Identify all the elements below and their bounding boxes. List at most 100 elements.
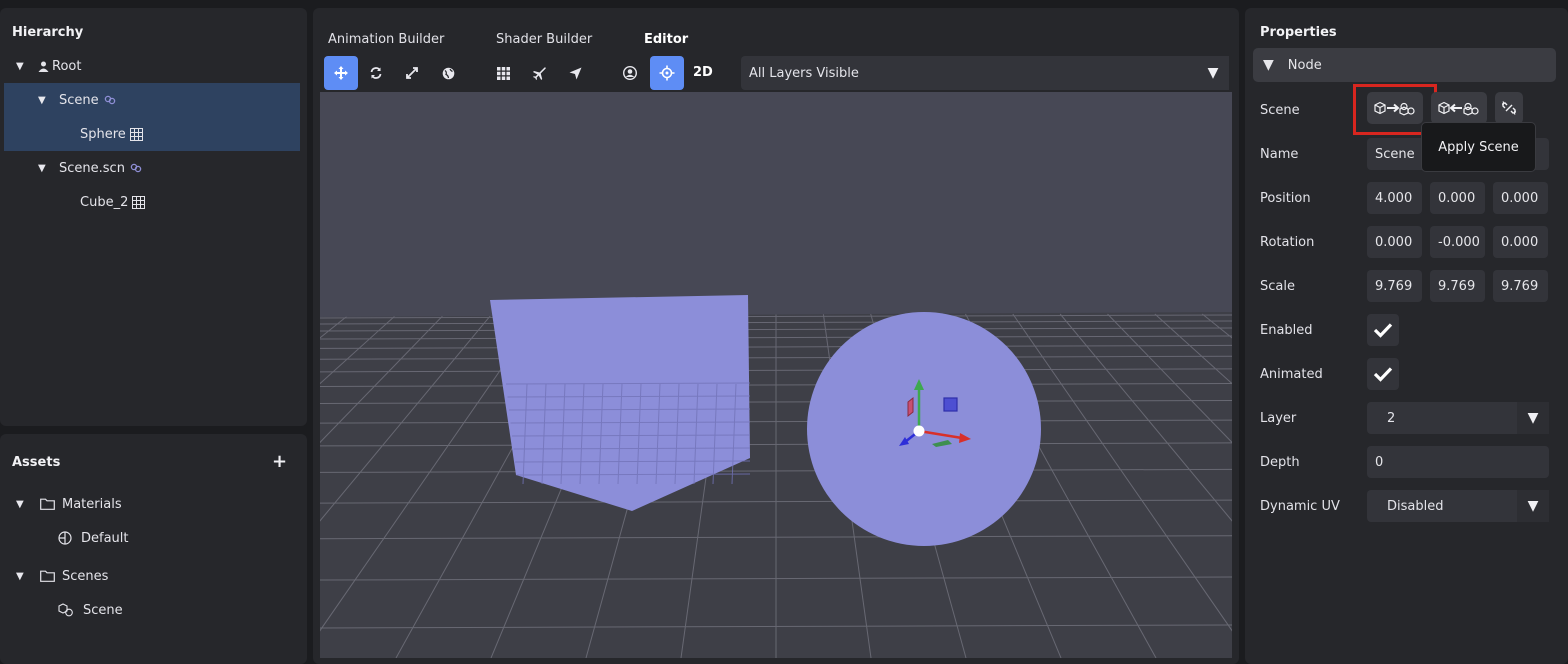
collapse-triangle-icon[interactable]: ▼ bbox=[1263, 57, 1274, 73]
mode-2d-toggle[interactable]: 2D bbox=[693, 65, 713, 80]
depth-field[interactable]: 0 bbox=[1367, 446, 1549, 478]
animated-checkbox[interactable] bbox=[1367, 358, 1399, 390]
assets-panel: Assets + ▼ Materials Default ▼ Scenes Sc… bbox=[0, 434, 307, 664]
globe-icon bbox=[442, 67, 454, 79]
layers-dropdown[interactable]: All Layers Visible ▼ bbox=[741, 56, 1229, 90]
apply-scene-tooltip: Apply Scene bbox=[1421, 122, 1536, 172]
prop-label-depth: Depth bbox=[1260, 455, 1300, 470]
properties-panel: Properties ▼ Node Scene Name Scene Apply… bbox=[1245, 8, 1568, 664]
tree-item-label: Cube_2 bbox=[80, 194, 129, 210]
editor-panel: Animation Builder Shader Builder Editor … bbox=[313, 8, 1239, 664]
properties-title: Properties bbox=[1260, 25, 1337, 40]
tab-animation-builder[interactable]: Animation Builder bbox=[328, 32, 444, 47]
rotation-z-field[interactable]: 0.000 bbox=[1493, 226, 1548, 258]
user-circle-icon bbox=[623, 66, 637, 80]
position-x-field[interactable]: 4.000 bbox=[1367, 182, 1422, 214]
scene-cubes-icon bbox=[58, 603, 74, 617]
revert-scene-icon bbox=[1438, 101, 1479, 116]
mesh-grid-icon bbox=[132, 195, 146, 209]
node-section-header[interactable]: ▼ Node bbox=[1253, 48, 1556, 82]
snap-target-button[interactable] bbox=[650, 56, 684, 90]
tree-item-label: Root bbox=[52, 58, 82, 74]
asset-label: Scenes bbox=[62, 568, 109, 584]
prop-label-scene: Scene bbox=[1260, 103, 1300, 118]
location-arrow-icon bbox=[569, 67, 581, 79]
prop-label-dynamic-uv: Dynamic UV bbox=[1260, 499, 1340, 514]
scale-x-field[interactable]: 9.769 bbox=[1367, 270, 1422, 302]
section-title: Node bbox=[1287, 57, 1322, 73]
global-space-button[interactable] bbox=[431, 56, 465, 90]
user-icon bbox=[38, 61, 49, 72]
unlink-icon bbox=[1502, 101, 1516, 115]
user-camera-button[interactable] bbox=[613, 56, 647, 90]
prop-label-enabled: Enabled bbox=[1260, 323, 1313, 338]
navigate-button[interactable] bbox=[558, 56, 592, 90]
hierarchy-panel: Hierarchy ▼ Root ▼ Scene Sphere ▼ Scene.… bbox=[0, 8, 307, 426]
tree-item-root[interactable]: ▼ Root bbox=[4, 49, 300, 83]
tree-item-label: Sphere bbox=[80, 126, 126, 142]
tree-item-scene-scn[interactable]: ▼ Scene.scn bbox=[4, 151, 300, 185]
mesh-grid-icon bbox=[129, 127, 143, 141]
asset-default-material[interactable]: Default bbox=[4, 521, 300, 555]
asset-scene[interactable]: Scene bbox=[4, 593, 300, 627]
tree-item-label: Scene bbox=[59, 92, 99, 108]
rotation-y-field[interactable]: -0.000 bbox=[1430, 226, 1485, 258]
hierarchy-title: Hierarchy bbox=[12, 25, 84, 40]
move-tool-button[interactable] bbox=[324, 56, 358, 90]
prop-label-rotation: Rotation bbox=[1260, 235, 1315, 250]
grid-toggle-button[interactable] bbox=[486, 56, 520, 90]
expand-triangle-icon[interactable]: ▼ bbox=[16, 499, 28, 510]
expand-triangle-icon[interactable]: ▼ bbox=[16, 571, 28, 582]
rotate-tool-button[interactable] bbox=[359, 56, 393, 90]
expand-triangle-icon[interactable]: ▼ bbox=[38, 95, 50, 106]
add-asset-icon[interactable]: + bbox=[272, 451, 287, 472]
grid-icon bbox=[496, 66, 510, 80]
chevron-down-icon[interactable]: ▼ bbox=[1197, 56, 1229, 90]
asset-label: Materials bbox=[62, 496, 122, 512]
material-ball-icon bbox=[58, 531, 72, 545]
crosshair-icon bbox=[659, 65, 675, 81]
checkmark-icon bbox=[1373, 367, 1393, 382]
expand-triangle-icon[interactable]: ▼ bbox=[38, 163, 50, 174]
scale-z-field[interactable]: 9.769 bbox=[1493, 270, 1548, 302]
tab-editor[interactable]: Editor bbox=[644, 32, 688, 47]
asset-folder-materials[interactable]: ▼ Materials bbox=[4, 487, 300, 521]
fly-camera-button[interactable] bbox=[522, 56, 556, 90]
scene-canvas bbox=[320, 92, 1232, 658]
prop-label-scale: Scale bbox=[1260, 279, 1295, 294]
position-z-field[interactable]: 0.000 bbox=[1493, 182, 1548, 214]
expand-triangle-icon[interactable]: ▼ bbox=[16, 61, 28, 72]
layer-dropdown[interactable]: 2 ▼ bbox=[1367, 402, 1549, 434]
position-y-field[interactable]: 0.000 bbox=[1430, 182, 1485, 214]
viewport-3d[interactable] bbox=[320, 92, 1232, 658]
rotation-x-field[interactable]: 0.000 bbox=[1367, 226, 1422, 258]
link-icon bbox=[130, 162, 142, 174]
dynamic-uv-dropdown[interactable]: Disabled ▼ bbox=[1367, 490, 1549, 522]
folder-icon bbox=[40, 498, 55, 510]
scale-y-field[interactable]: 9.769 bbox=[1430, 270, 1485, 302]
tree-item-label: Scene.scn bbox=[59, 160, 125, 176]
tree-item-scene[interactable]: ▼ Scene bbox=[4, 83, 300, 117]
tab-shader-builder[interactable]: Shader Builder bbox=[496, 32, 592, 47]
chevron-down-icon[interactable]: ▼ bbox=[1517, 490, 1549, 522]
move-arrows-icon bbox=[334, 66, 348, 80]
tree-item-cube-2[interactable]: Cube_2 bbox=[4, 185, 300, 219]
prop-label-layer: Layer bbox=[1260, 411, 1297, 426]
checkmark-icon bbox=[1373, 323, 1393, 338]
asset-folder-scenes[interactable]: ▼ Scenes bbox=[4, 559, 300, 593]
asset-label: Scene bbox=[83, 602, 123, 618]
scale-tool-button[interactable] bbox=[395, 56, 429, 90]
folder-icon bbox=[40, 570, 55, 582]
tree-item-sphere[interactable]: Sphere bbox=[4, 117, 300, 151]
prop-label-name: Name bbox=[1260, 147, 1299, 162]
prop-label-position: Position bbox=[1260, 191, 1311, 206]
chevron-down-icon[interactable]: ▼ bbox=[1517, 402, 1549, 434]
dynamic-uv-value: Disabled bbox=[1387, 498, 1444, 514]
revert-scene-button[interactable] bbox=[1431, 92, 1487, 124]
rotate-icon bbox=[370, 67, 382, 79]
enabled-checkbox[interactable] bbox=[1367, 314, 1399, 346]
assets-title: Assets bbox=[12, 455, 61, 470]
plane-icon bbox=[533, 67, 546, 80]
prop-label-animated: Animated bbox=[1260, 367, 1323, 382]
unlink-scene-button[interactable] bbox=[1495, 92, 1523, 124]
